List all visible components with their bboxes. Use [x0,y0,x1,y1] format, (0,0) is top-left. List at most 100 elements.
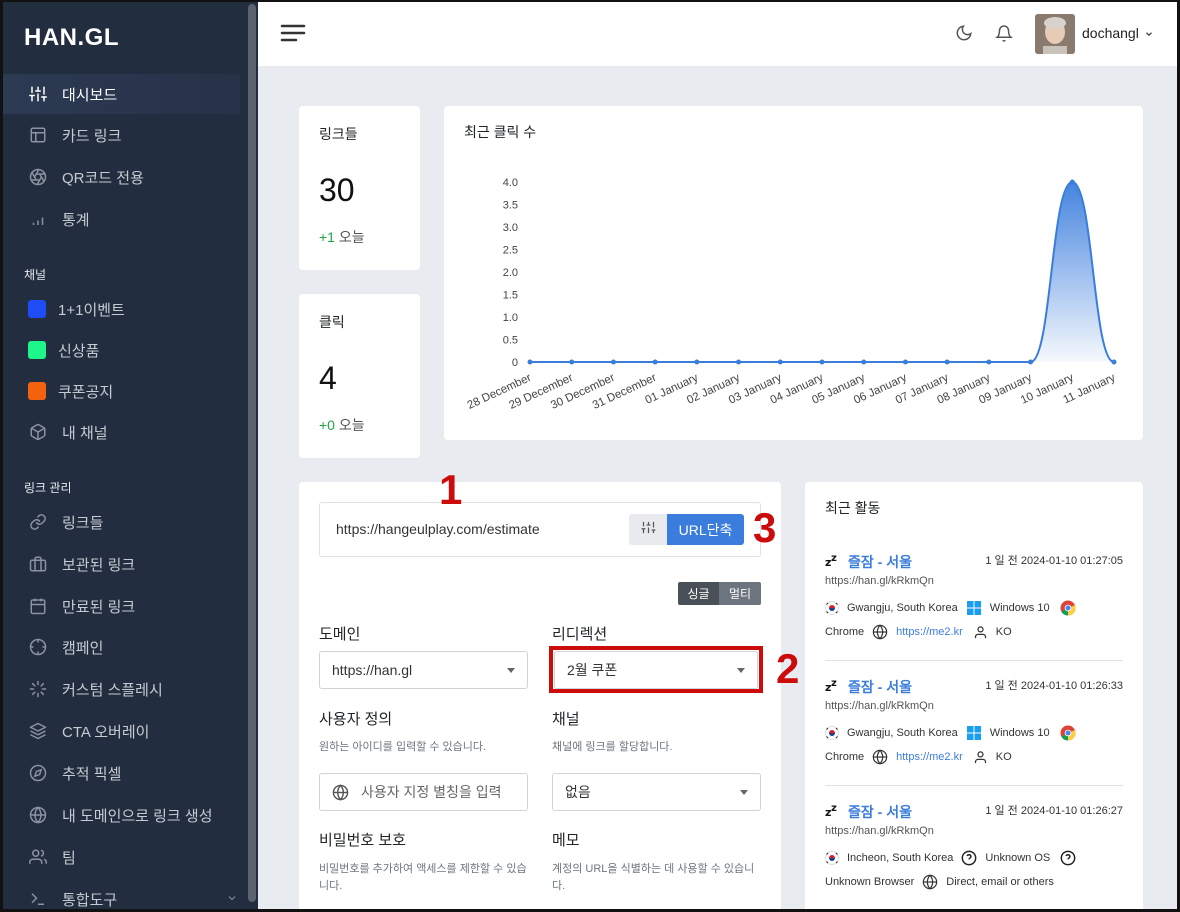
avatar[interactable] [1035,14,1075,54]
activity-item-location: Gwangju, South Korea [847,727,958,739]
shorten-url-button[interactable]: URL단축 [667,514,744,545]
sidebar-item-channel-coupon[interactable]: 쿠폰공지 [0,371,240,411]
globe-icon [872,749,888,765]
sidebar-item-label: 추적 픽셀 [62,765,122,783]
korea-flag-icon [825,851,839,865]
redirect-select-value: 2월 쿠폰 [567,662,618,678]
windows-icon [966,600,982,616]
moon-icon[interactable] [955,24,973,47]
sidebar-item-cta[interactable]: CTA 오버레이 [0,711,240,751]
data-point [986,359,992,365]
globe-icon [872,624,888,640]
sidebar-item-stats[interactable]: 통계 [0,199,240,239]
windows-icon [966,725,982,741]
activity-item-referrer[interactable]: https://me2.kr [896,748,963,766]
annotation-number-2: 2 [776,645,800,692]
domain-select[interactable]: https://han.gl [319,651,528,689]
custom-alias-input[interactable]: 사용자 지정 별칭을 입력 [319,773,528,811]
sidebar: HAN.GL 대시보드 카드 링크 QR코드 전용 통계 채널 1+1이벤트 신… [0,0,258,912]
users-icon [28,847,48,867]
sidebar-item-label: 통계 [62,211,90,229]
y-tick-label: 0.5 [503,335,518,347]
activity-item-referrer[interactable]: https://me2.kr [896,623,963,641]
clicks-stat-card: 클릭 4 +0 오늘 [299,294,420,458]
sidebar-item-splash[interactable]: 커스텀 스플레시 [0,669,240,709]
activity-title: 최근 활동 [825,500,881,516]
compass-icon [28,763,48,783]
korea-flag-icon [825,726,839,740]
y-tick-label: 3.5 [503,200,518,212]
brand-logo[interactable]: HAN.GL [24,24,119,52]
data-point [1069,179,1075,185]
user-icon [973,625,988,640]
activity-item-location: Incheon, South Korea [847,852,954,864]
svg-text:z: z [831,678,837,689]
activity-item-title[interactable]: 즐잠 - 서울 [848,677,912,697]
sidebar-item-custom-domain[interactable]: 내 도메인으로 링크 생성 [0,795,240,835]
delta-suffix: 오늘 [334,229,365,245]
delta-suffix: 오늘 [334,417,365,433]
sidebar-item-links[interactable]: 링크들 [0,502,240,542]
bell-icon[interactable] [994,24,1014,48]
sidebar-item-label: 캠페인 [62,639,104,657]
y-tick-label: 1.5 [503,290,518,302]
area-fill [530,182,1114,362]
data-point [652,359,658,365]
hamburger-menu-icon[interactable] [280,22,306,49]
sidebar-item-qr[interactable]: QR코드 전용 [0,157,240,197]
activity-item-title[interactable]: 즐잠 - 서울 [848,802,912,822]
activity-item-browser: Chrome [825,751,865,763]
activity-item-os: Unknown OS [985,852,1051,864]
single-mode-button[interactable]: 싱글 [678,582,719,605]
sidebar-item-label: 보관된 링크 [62,556,136,574]
activity-item-browser: Unknown Browser [825,876,915,888]
sidebar-item-integrations[interactable]: 통합도구 [0,879,240,912]
username[interactable]: dochangl [1082,25,1139,41]
loader-icon [28,679,48,699]
help-circle-icon [1060,850,1076,866]
layout-icon [28,125,48,145]
sidebar-item-archived[interactable]: 보관된 링크 [0,544,240,584]
data-point [1028,359,1034,365]
sidebar-item-label: 카드 링크 [62,127,122,145]
sidebar-item-pixel[interactable]: 추적 픽셀 [0,753,240,793]
annotation-number-1: 1 [439,466,463,513]
url-input[interactable]: https://hangeulplay.com/estimate [336,521,540,537]
activity-item-url: https://han.gl/kRkmQn [825,575,934,587]
sidebar-item-campaign[interactable]: 캠페인 [0,627,240,667]
options-button[interactable] [629,514,667,545]
sidebar-item-label: 통합도구 [62,891,118,909]
activity-item-language: KO [995,626,1012,638]
password-help: 비밀번호를 추가하여 액세스를 제한할 수 있습니다. [319,863,527,892]
y-tick-label: 4.0 [503,177,518,189]
crosshair-icon [28,637,48,657]
activity-item-location: Gwangju, South Korea [847,602,958,614]
help-circle-icon [961,850,977,866]
redirect-select[interactable]: 2월 쿠폰 [554,651,758,689]
custom-alias-placeholder: 사용자 지정 별칭을 입력 [361,784,502,800]
sidebar-item-channel-new[interactable]: 신상품 [0,330,240,370]
y-tick-label: 1.0 [503,312,518,324]
bar-chart-icon [28,209,48,229]
domain-label: 도메인 [319,626,361,643]
sidebar-item-dashboard[interactable]: 대시보드 [0,74,240,114]
sidebar-item-card-link[interactable]: 카드 링크 [0,115,240,155]
sidebar-item-my-channel[interactable]: 내 채널 [0,412,240,452]
channel-color-swatch [28,341,46,359]
sidebar-item-expired[interactable]: 만료된 링크 [0,586,240,626]
globe-icon [922,874,938,890]
sidebar-item-channel-event[interactable]: 1+1이벤트 [0,289,240,329]
activity-item-time: 1 일 전 2024-01-10 01:26:27 [985,805,1123,817]
multi-mode-button[interactable]: 멀티 [719,582,761,605]
data-point [1111,359,1117,365]
activity-item-title[interactable]: 즐잠 - 서울 [848,552,912,572]
terminal-icon [28,889,48,909]
sidebar-scrollbar[interactable] [248,4,256,902]
chevron-down-icon[interactable] [1144,26,1154,44]
svg-text:z: z [831,803,837,814]
channel-select[interactable]: 없음 [552,773,761,811]
sidebar-item-team[interactable]: 팀 [0,837,240,877]
svg-text:z: z [831,553,837,564]
sidebar-item-label: 내 채널 [62,424,108,442]
chrome-icon [1060,725,1076,741]
